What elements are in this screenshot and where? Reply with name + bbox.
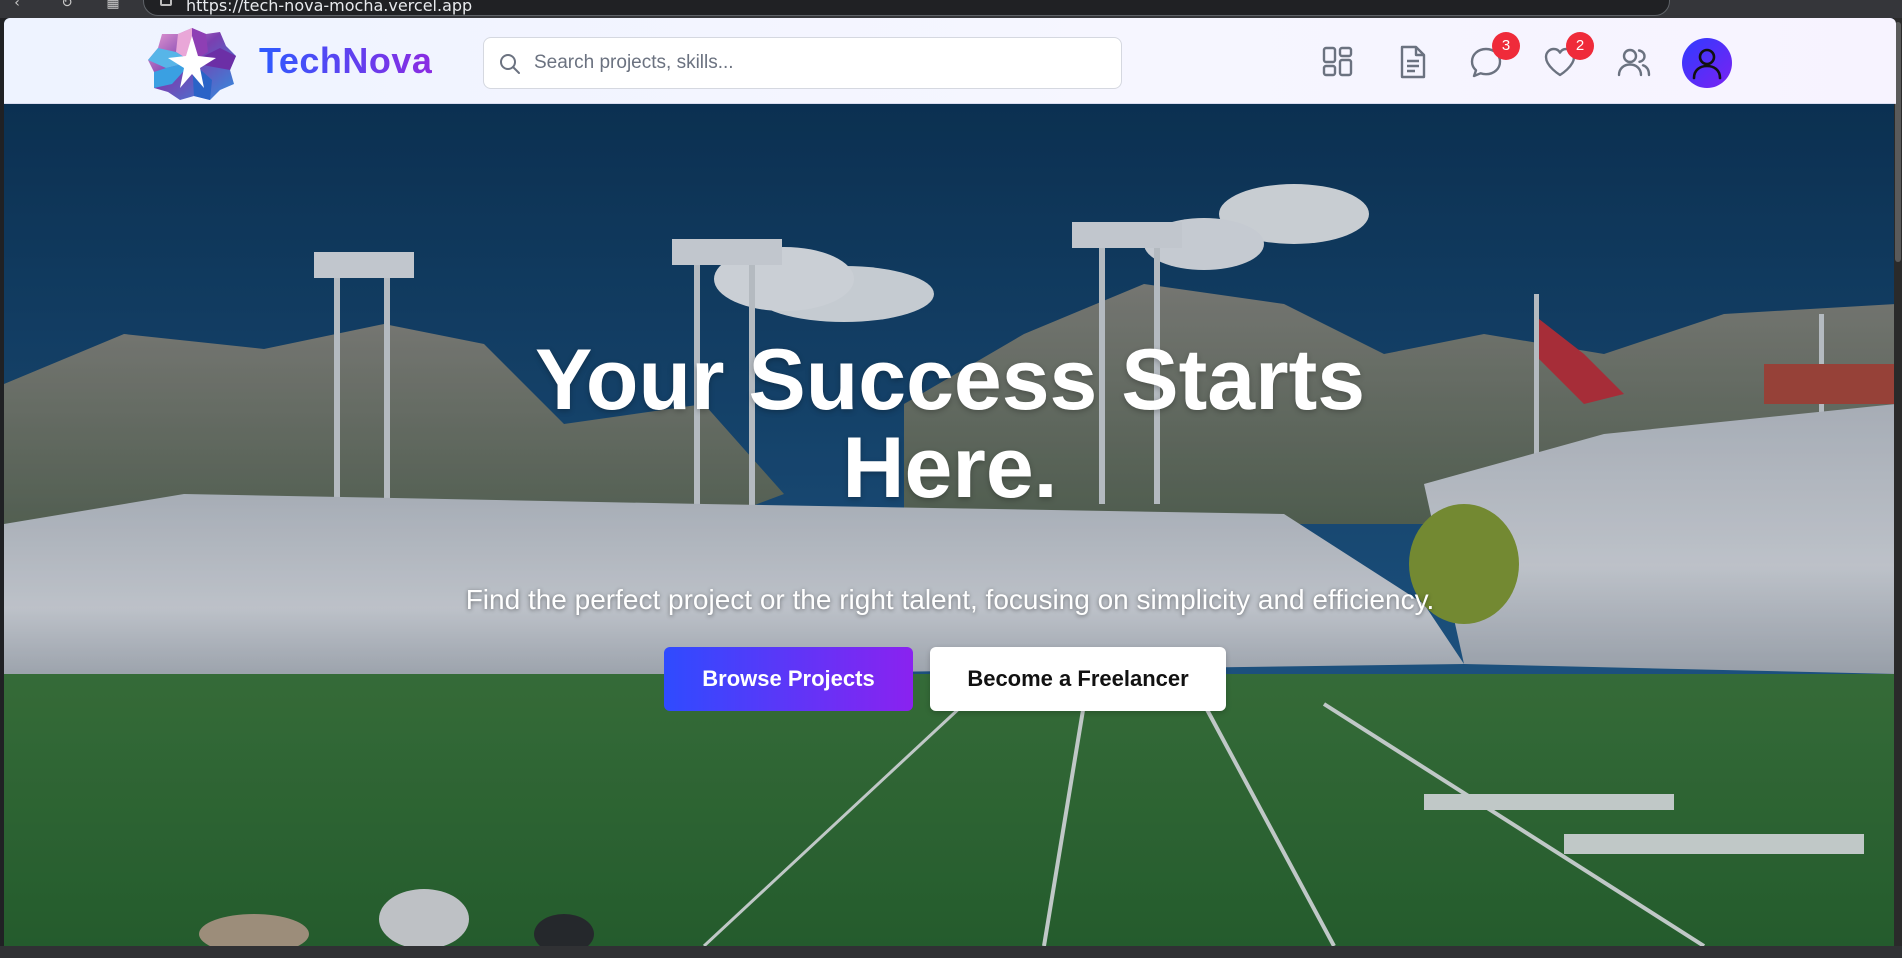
search-box[interactable] [483, 37, 1122, 89]
address-url[interactable]: https://tech-nova-mocha.vercel.app [186, 0, 472, 15]
hero-title: Your Success Starts Here. [4, 336, 1896, 512]
hero-title-line-2: Here. [842, 420, 1058, 516]
profile-avatar-icon [1692, 48, 1722, 80]
hero-subtitle: Find the perfect project or the right ta… [465, 584, 1435, 615]
become-freelancer-button[interactable]: Become a Freelancer [930, 647, 1226, 711]
dashboard-icon [1322, 46, 1353, 77]
technova-logo-icon[interactable] [146, 26, 238, 102]
profile-avatar-button[interactable] [1682, 38, 1732, 88]
messages-badge: 3 [1492, 32, 1520, 60]
back-icon[interactable]: ‹ [8, 0, 26, 12]
page-scrollbar[interactable] [1894, 18, 1902, 946]
window-bottom-edge [0, 946, 1902, 958]
page-viewport: TechNova Search projects, skills... 3 2 … [4, 18, 1896, 946]
users-icon [1617, 48, 1651, 77]
hero-title-line-1: Your Success Starts [534, 332, 1366, 428]
hero-section: Your Success Starts Here. Find the perfe… [4, 104, 1896, 946]
hero-overlay [4, 104, 1896, 946]
users-button[interactable] [1616, 44, 1652, 80]
search-icon [500, 54, 520, 74]
tab-grid-icon[interactable]: ▦ [104, 0, 122, 12]
brand-name[interactable]: TechNova [259, 40, 432, 82]
documents-button[interactable] [1394, 44, 1430, 80]
favorites-badge: 2 [1566, 32, 1594, 60]
document-icon [1400, 45, 1426, 79]
messages-button[interactable]: 3 [1468, 32, 1520, 80]
favorites-button[interactable]: 2 [1542, 32, 1594, 80]
dashboard-button[interactable] [1320, 44, 1356, 80]
search-input[interactable] [534, 48, 1104, 78]
browse-projects-button[interactable]: Browse Projects [664, 647, 913, 711]
browser-toolbar: ‹ ↻ ▦ https://tech-nova-mocha.vercel.app [0, 0, 1902, 18]
site-header: TechNova Search projects, skills... 3 2 [4, 18, 1896, 104]
site-info-icon[interactable] [160, 0, 172, 6]
reload-icon[interactable]: ↻ [58, 0, 76, 12]
